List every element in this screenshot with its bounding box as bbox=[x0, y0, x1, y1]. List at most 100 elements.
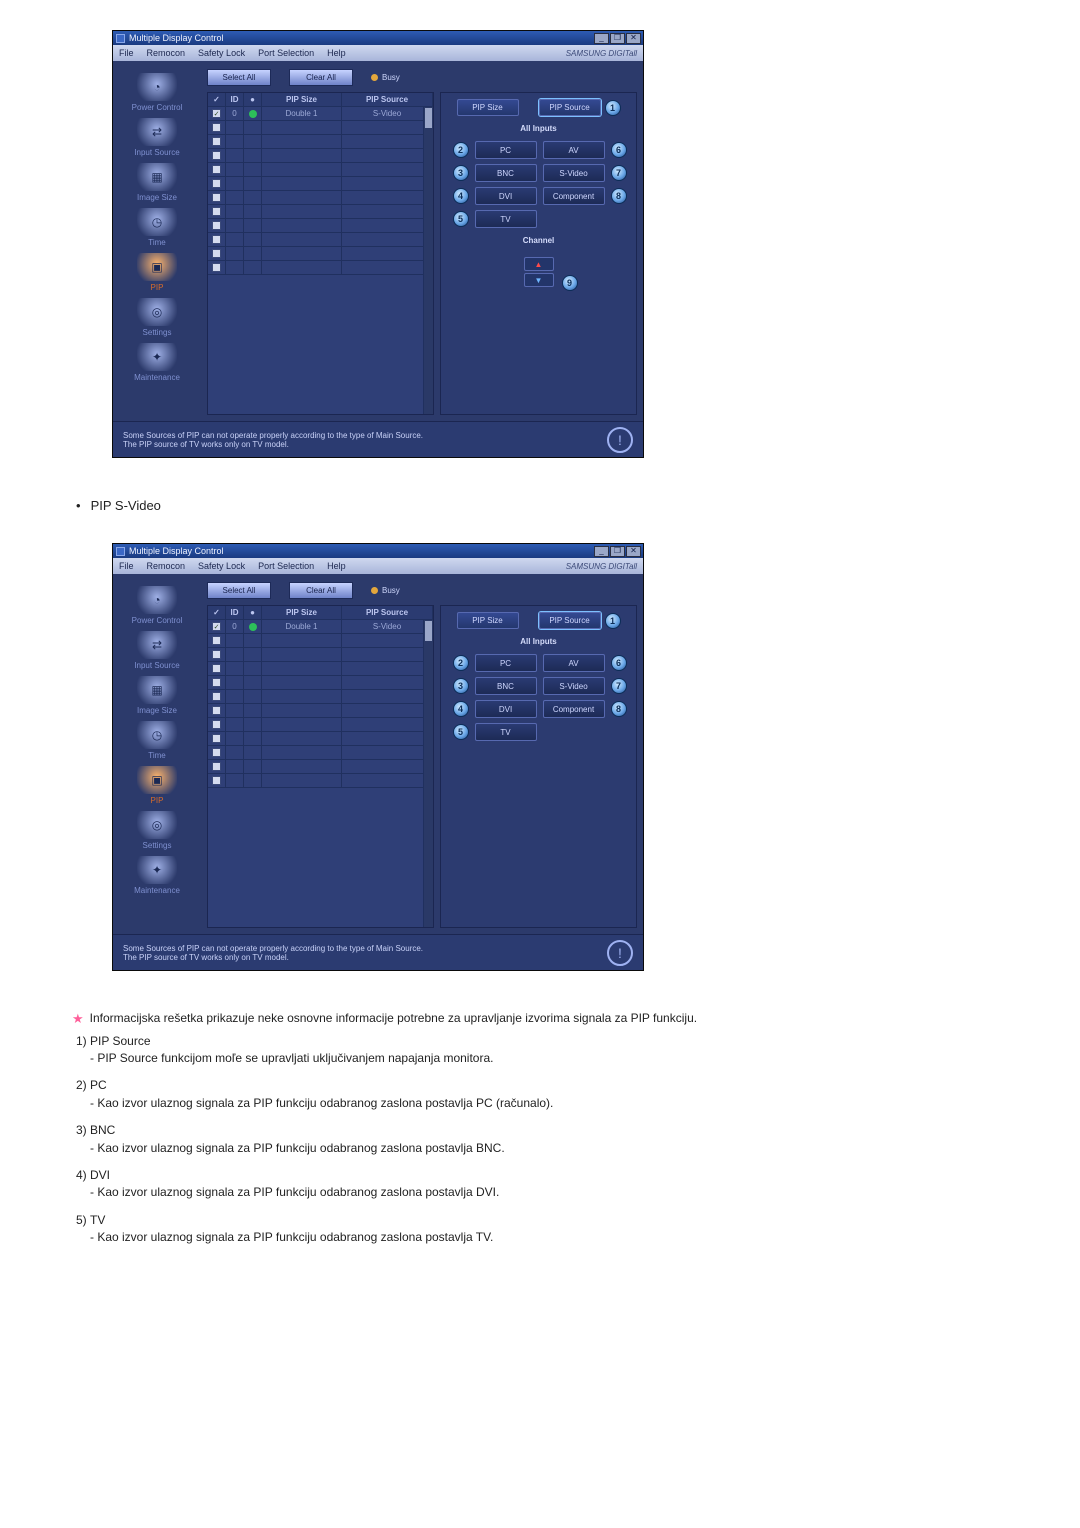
source-component-button[interactable]: Component bbox=[543, 700, 605, 718]
grid-row[interactable] bbox=[208, 648, 433, 662]
row-checkbox[interactable] bbox=[212, 179, 221, 188]
clear-all-button[interactable]: Clear All bbox=[289, 582, 353, 599]
source-av-button[interactable]: AV bbox=[543, 141, 605, 159]
grid-row[interactable] bbox=[208, 121, 433, 135]
grid-row[interactable] bbox=[208, 634, 433, 648]
row-checkbox[interactable] bbox=[212, 762, 221, 771]
scroll-thumb[interactable] bbox=[425, 621, 432, 641]
row-checkbox[interactable] bbox=[212, 249, 221, 258]
grid-row[interactable] bbox=[208, 149, 433, 163]
source-dvi-button[interactable]: DVI bbox=[475, 187, 537, 205]
grid-row[interactable] bbox=[208, 732, 433, 746]
grid-row[interactable] bbox=[208, 261, 433, 275]
scroll-thumb[interactable] bbox=[425, 108, 432, 128]
sidebar-item-maintenance[interactable]: ✦ Maintenance bbox=[117, 343, 197, 382]
select-all-button[interactable]: Select All bbox=[207, 69, 271, 86]
grid-row[interactable] bbox=[208, 219, 433, 233]
sidebar-item-image-size[interactable]: ▦ Image Size bbox=[117, 163, 197, 202]
sidebar-item-time[interactable]: ◷ Time bbox=[117, 721, 197, 760]
minimize-button[interactable]: _ bbox=[594, 546, 609, 557]
maximize-button[interactable]: ❐ bbox=[610, 33, 625, 44]
maximize-button[interactable]: ❐ bbox=[610, 546, 625, 557]
row-checkbox[interactable] bbox=[212, 734, 221, 743]
row-checkbox[interactable] bbox=[212, 706, 221, 715]
sidebar-item-input-source[interactable]: ⇄ Input Source bbox=[117, 118, 197, 157]
grid-row[interactable] bbox=[208, 774, 433, 788]
source-svideo-button[interactable]: S-Video bbox=[543, 164, 605, 182]
sidebar-item-power-control[interactable]: ◔ Power Control bbox=[117, 586, 197, 625]
grid-row[interactable] bbox=[208, 177, 433, 191]
source-av-button[interactable]: AV bbox=[543, 654, 605, 672]
menu-file[interactable]: File bbox=[119, 561, 134, 571]
grid-row[interactable] bbox=[208, 247, 433, 261]
grid-row[interactable] bbox=[208, 233, 433, 247]
grid-row[interactable] bbox=[208, 662, 433, 676]
menu-safety-lock[interactable]: Safety Lock bbox=[198, 561, 245, 571]
grid-row[interactable] bbox=[208, 205, 433, 219]
scrollbar[interactable] bbox=[423, 620, 433, 927]
grid-row[interactable] bbox=[208, 191, 433, 205]
row-checkbox[interactable] bbox=[212, 664, 221, 673]
row-checkbox[interactable] bbox=[212, 123, 221, 132]
row-checkbox[interactable] bbox=[212, 776, 221, 785]
row-checkbox[interactable] bbox=[212, 720, 221, 729]
row-checkbox[interactable] bbox=[212, 165, 221, 174]
menu-safety-lock[interactable]: Safety Lock bbox=[198, 48, 245, 58]
grid-row[interactable] bbox=[208, 746, 433, 760]
row-checkbox[interactable] bbox=[212, 151, 221, 160]
row-checkbox[interactable]: ✓ bbox=[212, 622, 221, 631]
menu-remocon[interactable]: Remocon bbox=[147, 561, 186, 571]
grid-row[interactable] bbox=[208, 690, 433, 704]
sidebar-item-input-source[interactable]: ⇄ Input Source bbox=[117, 631, 197, 670]
menu-port-selection[interactable]: Port Selection bbox=[258, 561, 314, 571]
source-svideo-button[interactable]: S-Video bbox=[543, 677, 605, 695]
grid-row[interactable]: ✓ 0 Double 1 S-Video bbox=[208, 620, 433, 634]
menu-port-selection[interactable]: Port Selection bbox=[258, 48, 314, 58]
clear-all-button[interactable]: Clear All bbox=[289, 69, 353, 86]
row-checkbox[interactable] bbox=[212, 678, 221, 687]
row-checkbox[interactable] bbox=[212, 692, 221, 701]
row-checkbox[interactable] bbox=[212, 207, 221, 216]
grid-row[interactable] bbox=[208, 135, 433, 149]
sidebar-item-pip[interactable]: ▣ PIP bbox=[117, 253, 197, 292]
pip-source-button[interactable]: PIP Source bbox=[539, 612, 601, 629]
source-bnc-button[interactable]: BNC bbox=[475, 677, 537, 695]
select-all-button[interactable]: Select All bbox=[207, 582, 271, 599]
source-pc-button[interactable]: PC bbox=[475, 654, 537, 672]
row-checkbox[interactable] bbox=[212, 137, 221, 146]
source-component-button[interactable]: Component bbox=[543, 187, 605, 205]
grid-row[interactable] bbox=[208, 163, 433, 177]
menu-file[interactable]: File bbox=[119, 48, 134, 58]
row-checkbox[interactable] bbox=[212, 235, 221, 244]
pip-source-button[interactable]: PIP Source bbox=[539, 99, 601, 116]
grid-row[interactable] bbox=[208, 718, 433, 732]
source-pc-button[interactable]: PC bbox=[475, 141, 537, 159]
sidebar-item-image-size[interactable]: ▦ Image Size bbox=[117, 676, 197, 715]
row-checkbox[interactable] bbox=[212, 193, 221, 202]
row-checkbox[interactable] bbox=[212, 263, 221, 272]
grid-row[interactable] bbox=[208, 704, 433, 718]
row-checkbox[interactable] bbox=[212, 636, 221, 645]
minimize-button[interactable]: _ bbox=[594, 33, 609, 44]
sidebar-item-settings[interactable]: ◎ Settings bbox=[117, 811, 197, 850]
source-bnc-button[interactable]: BNC bbox=[475, 164, 537, 182]
sidebar-item-time[interactable]: ◷ Time bbox=[117, 208, 197, 247]
pip-size-button[interactable]: PIP Size bbox=[457, 99, 519, 116]
row-checkbox[interactable] bbox=[212, 748, 221, 757]
sidebar-item-power-control[interactable]: ◔ Power Control bbox=[117, 73, 197, 112]
sidebar-item-maintenance[interactable]: ✦ Maintenance bbox=[117, 856, 197, 895]
menu-remocon[interactable]: Remocon bbox=[147, 48, 186, 58]
sidebar-item-settings[interactable]: ◎ Settings bbox=[117, 298, 197, 337]
close-button[interactable]: ✕ bbox=[626, 33, 641, 44]
channel-up-button[interactable]: ▲ bbox=[524, 257, 554, 271]
grid-row[interactable] bbox=[208, 676, 433, 690]
row-checkbox[interactable] bbox=[212, 221, 221, 230]
source-tv-button[interactable]: TV bbox=[475, 723, 537, 741]
row-checkbox[interactable] bbox=[212, 650, 221, 659]
row-checkbox[interactable]: ✓ bbox=[212, 109, 221, 118]
source-tv-button[interactable]: TV bbox=[475, 210, 537, 228]
menu-help[interactable]: Help bbox=[327, 561, 346, 571]
grid-row[interactable] bbox=[208, 760, 433, 774]
grid-row[interactable]: ✓ 0 Double 1 S-Video bbox=[208, 107, 433, 121]
source-dvi-button[interactable]: DVI bbox=[475, 700, 537, 718]
